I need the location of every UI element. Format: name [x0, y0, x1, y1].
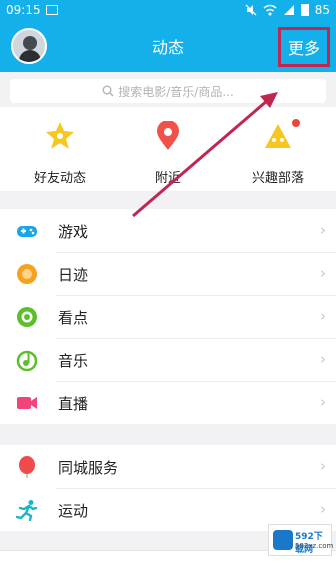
list-item-highlights[interactable]: 看点 ›	[0, 295, 336, 338]
music-icon	[16, 350, 38, 371]
quick-item-label: 兴趣部落	[251, 171, 304, 186]
battery-level: 85	[314, 3, 330, 17]
list-item-label: 同城服务	[58, 459, 119, 477]
chevron-right-icon: ›	[320, 350, 326, 368]
star-person-icon	[46, 122, 74, 149]
gamepad-icon	[17, 226, 37, 237]
more-button[interactable]: 更多	[278, 27, 330, 67]
quick-item-interest-tribe[interactable]: 兴趣部落	[228, 115, 328, 187]
running-icon	[16, 500, 38, 521]
status-indicators: 85	[245, 3, 330, 17]
search-placeholder: 搜索电影/音乐/商品...	[118, 84, 234, 99]
chevron-right-icon: ›	[320, 500, 326, 518]
status-bar: 09:15 85	[0, 0, 336, 22]
signal-icon	[283, 5, 294, 15]
quick-item-label: 附近	[154, 171, 181, 186]
mute-icon	[245, 4, 257, 16]
list-item-music[interactable]: 音乐 ›	[0, 338, 336, 381]
list-item-games[interactable]: 游戏 ›	[0, 209, 336, 252]
list-item-label: 直播	[58, 395, 89, 413]
battery-icon	[300, 4, 309, 16]
eye-icon	[17, 307, 37, 327]
list-item-label: 日迹	[58, 266, 89, 284]
tribe-icon	[265, 124, 291, 148]
chevron-right-icon: ›	[320, 221, 326, 239]
wifi-icon	[263, 4, 277, 16]
list-item-local-services[interactable]: 同城服务 ›	[0, 445, 336, 488]
location-pin-icon	[157, 121, 179, 150]
feature-list: 游戏 › 日迹 › 看点 › 音乐 › 直播 ›	[0, 209, 336, 424]
title-bar: 动态 更多	[0, 22, 336, 72]
search-input[interactable]: 搜索电影/音乐/商品...	[10, 79, 326, 103]
video-camera-icon	[17, 397, 37, 409]
quick-item-friends-feed[interactable]: 好友动态	[10, 115, 110, 187]
watermark-subtitle: 592xz.com	[295, 542, 334, 550]
search-icon	[102, 85, 114, 97]
status-time: 09:15	[6, 3, 41, 17]
chevron-right-icon: ›	[320, 393, 326, 411]
daily-trace-icon	[17, 264, 37, 284]
list-item-label: 游戏	[58, 223, 89, 241]
quick-item-nearby[interactable]: 附近	[118, 115, 218, 187]
balloon-icon	[19, 456, 35, 478]
watermark-logo-icon	[273, 530, 293, 550]
notification-badge	[292, 119, 300, 127]
chevron-right-icon: ›	[320, 457, 326, 475]
quick-actions: 好友动态 附近 兴趣部落	[0, 107, 336, 191]
site-watermark: 592下载网 592xz.com	[268, 524, 334, 556]
quick-item-label: 好友动态	[33, 171, 86, 186]
avatar[interactable]	[11, 28, 47, 64]
chevron-right-icon: ›	[320, 264, 326, 282]
list-item-live[interactable]: 直播 ›	[0, 381, 336, 424]
list-item-daily-trace[interactable]: 日迹 ›	[0, 252, 336, 295]
list-item-label: 运动	[58, 502, 89, 520]
image-notification-icon	[46, 5, 58, 15]
list-item-label: 音乐	[58, 352, 89, 370]
chevron-right-icon: ›	[320, 307, 326, 325]
service-list: 同城服务 › 运动 ›	[0, 445, 336, 531]
list-item-label: 看点	[58, 309, 89, 327]
